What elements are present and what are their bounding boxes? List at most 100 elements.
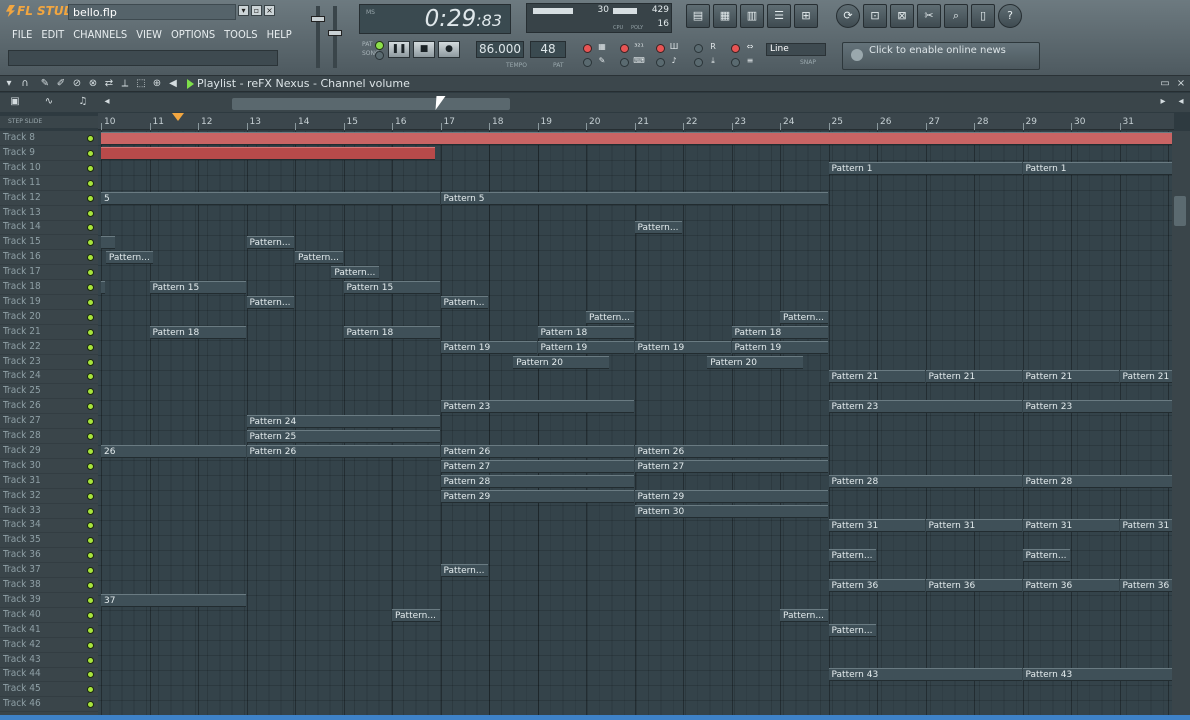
timeline-ruler[interactable]: 10 11 12 13 14 15 16 17 18 19 20 21 22 23 24 25 26 27 28 29… — [98, 113, 1174, 130]
track-header[interactable]: Track 31 — [0, 474, 98, 489]
pattern-clip[interactable]: Pattern... — [634, 221, 682, 235]
track-header[interactable]: Track 41 — [0, 623, 98, 638]
menu-help[interactable]: HELP — [267, 28, 292, 41]
track-header[interactable]: Track 43 — [0, 653, 98, 668]
track-header[interactable]: Track 10 — [0, 161, 98, 176]
pattern-clip[interactable]: Pattern... — [780, 608, 828, 622]
track-header[interactable]: Track 26 — [0, 399, 98, 415]
step-slide-toggle[interactable]: STEP SLIDE — [0, 116, 98, 128]
pattern-clip[interactable]: Pattern 15 — [343, 281, 440, 294]
track-mute-led[interactable] — [87, 209, 94, 217]
stop-button[interactable]: ■ — [413, 41, 435, 58]
master-volume-slider[interactable] — [311, 6, 325, 68]
pattern-clip[interactable]: Pattern 23 — [440, 400, 634, 414]
pattern-clip[interactable]: Pattern 19 — [634, 340, 731, 354]
pattern-clip[interactable]: Pattern 28 — [440, 474, 634, 488]
pattern-clip[interactable]: Pattern 18 — [343, 325, 440, 339]
browser-icon[interactable]: ☰ — [767, 4, 791, 28]
pattern-clip[interactable]: Pattern 21 — [1022, 370, 1119, 384]
wait-led[interactable] — [620, 58, 629, 67]
pattern-clip[interactable]: Pattern 26 — [634, 444, 828, 458]
select-tool-icon[interactable]: ⬚ — [134, 77, 148, 91]
track-header[interactable]: Track 30 — [0, 459, 98, 474]
track-header[interactable]: Track 34 — [0, 518, 98, 534]
mixer-icon[interactable]: ⊞ — [794, 4, 818, 28]
step-edit-icon[interactable]: ▦ — [596, 42, 608, 52]
menu-channels[interactable]: CHANNELS — [73, 28, 127, 41]
track-header[interactable]: Track 23 — [0, 355, 98, 370]
track-mute-led[interactable] — [87, 149, 94, 157]
cut-icon[interactable]: ✂ — [917, 4, 941, 28]
pattern-clip[interactable]: Pattern 36 — [1022, 579, 1119, 592]
track-mute-led[interactable] — [87, 433, 94, 440]
pattern-clip[interactable]: Pattern 27 — [440, 459, 634, 473]
online-news-panel[interactable]: Click to enable online news — [842, 42, 1040, 70]
pattern-clip[interactable]: Pattern 36 — [925, 579, 1022, 592]
playback-tool-icon[interactable]: ◀ — [166, 77, 180, 91]
track-mute-led[interactable] — [87, 641, 94, 649]
track-mute-led[interactable] — [87, 179, 94, 187]
countdown-icon[interactable]: ³²¹ — [633, 42, 645, 52]
track-mute-led[interactable] — [87, 298, 94, 306]
mute-tool-icon[interactable]: ⊗ — [86, 77, 100, 91]
track-header[interactable]: Track 35 — [0, 533, 98, 549]
delete-tool-icon[interactable]: ⊘ — [70, 77, 84, 91]
track-header[interactable]: Track 36 — [0, 548, 98, 564]
countdown-led[interactable] — [620, 44, 629, 53]
pattern-clip[interactable]: Pattern 31 — [1022, 519, 1119, 533]
track-mute-led[interactable] — [87, 358, 94, 366]
pattern-clip[interactable] — [101, 146, 435, 160]
pattern-clip[interactable]: Pattern 27 — [634, 459, 828, 473]
track-mute-led[interactable] — [87, 462, 94, 470]
automation-icon[interactable]: ∿ — [42, 95, 56, 109]
pattern-clip[interactable]: Pattern... — [246, 295, 294, 309]
blend-icon[interactable]: Ш — [668, 42, 680, 52]
track-header[interactable]: Track 22 — [0, 340, 98, 355]
pattern-clip[interactable]: Pattern 1 — [1022, 161, 1172, 175]
track-header[interactable]: Track 14 — [0, 220, 98, 236]
track-mute-led[interactable] — [87, 656, 94, 664]
pattern-clip[interactable]: Pattern 36 — [828, 579, 925, 592]
scroll-icon[interactable]: ⤓ — [707, 56, 719, 66]
loop-rec-icon[interactable]: R — [707, 42, 719, 52]
track-mute-led[interactable] — [87, 194, 94, 202]
reset-icon[interactable]: ⟳ — [836, 4, 860, 28]
track-mute-led[interactable] — [87, 373, 94, 381]
track-header[interactable]: Track 13 — [0, 206, 98, 221]
multilink-icon[interactable]: ⇔ — [744, 42, 756, 52]
pattern-clip[interactable]: Pattern... — [295, 251, 343, 265]
pattern-clip[interactable]: Pattern 31 — [1119, 519, 1172, 533]
pattern-clip[interactable]: Pattern... — [440, 564, 488, 578]
menu-view[interactable]: VIEW — [136, 28, 162, 41]
pattern-clip[interactable]: Pattern... — [828, 549, 876, 563]
song-position-marker[interactable] — [172, 113, 184, 121]
track-mute-led[interactable] — [87, 224, 94, 232]
tool-icon[interactable]: ≡ — [744, 56, 756, 66]
pattern-clip[interactable]: Pattern... — [1022, 549, 1070, 563]
pattern-clip[interactable]: Pattern... — [392, 608, 440, 622]
track-mute-led[interactable] — [87, 522, 94, 530]
pattern-clip[interactable]: Pattern... — [828, 623, 876, 637]
pattern-clip[interactable]: Pattern 20 — [707, 355, 804, 369]
pattern-picker-icon[interactable]: ▣ — [8, 95, 22, 109]
pattern-clip[interactable]: Pattern 19 — [731, 340, 828, 354]
track-mute-led[interactable] — [87, 284, 94, 291]
track-header[interactable]: Track 32 — [0, 489, 98, 504]
metronome-led[interactable] — [583, 44, 592, 53]
pattern-clip[interactable]: Pattern 18 — [731, 325, 828, 339]
track-mute-led[interactable] — [87, 164, 94, 172]
pattern-clip[interactable]: Pattern 43 — [1022, 668, 1172, 682]
pattern-clip[interactable]: Pattern 18 — [537, 325, 634, 339]
track-mute-led[interactable] — [87, 626, 94, 634]
pattern-clip[interactable]: Pattern 28 — [1022, 474, 1172, 488]
info-icon[interactable]: ▯ — [971, 4, 995, 28]
close-playlist-icon[interactable]: × — [1174, 77, 1188, 91]
pattern-clip[interactable]: 5 — [101, 191, 440, 205]
pattern-clip[interactable]: Pattern... — [780, 310, 828, 324]
track-header[interactable]: Track 12 — [0, 191, 98, 206]
track-mute-led[interactable] — [87, 611, 94, 619]
track-mute-led[interactable] — [87, 477, 94, 485]
pattern-clip[interactable]: Pattern 5 — [440, 191, 828, 205]
pattern-clip[interactable]: Pattern... — [440, 295, 488, 309]
track-header[interactable]: Track 39 — [0, 593, 98, 608]
